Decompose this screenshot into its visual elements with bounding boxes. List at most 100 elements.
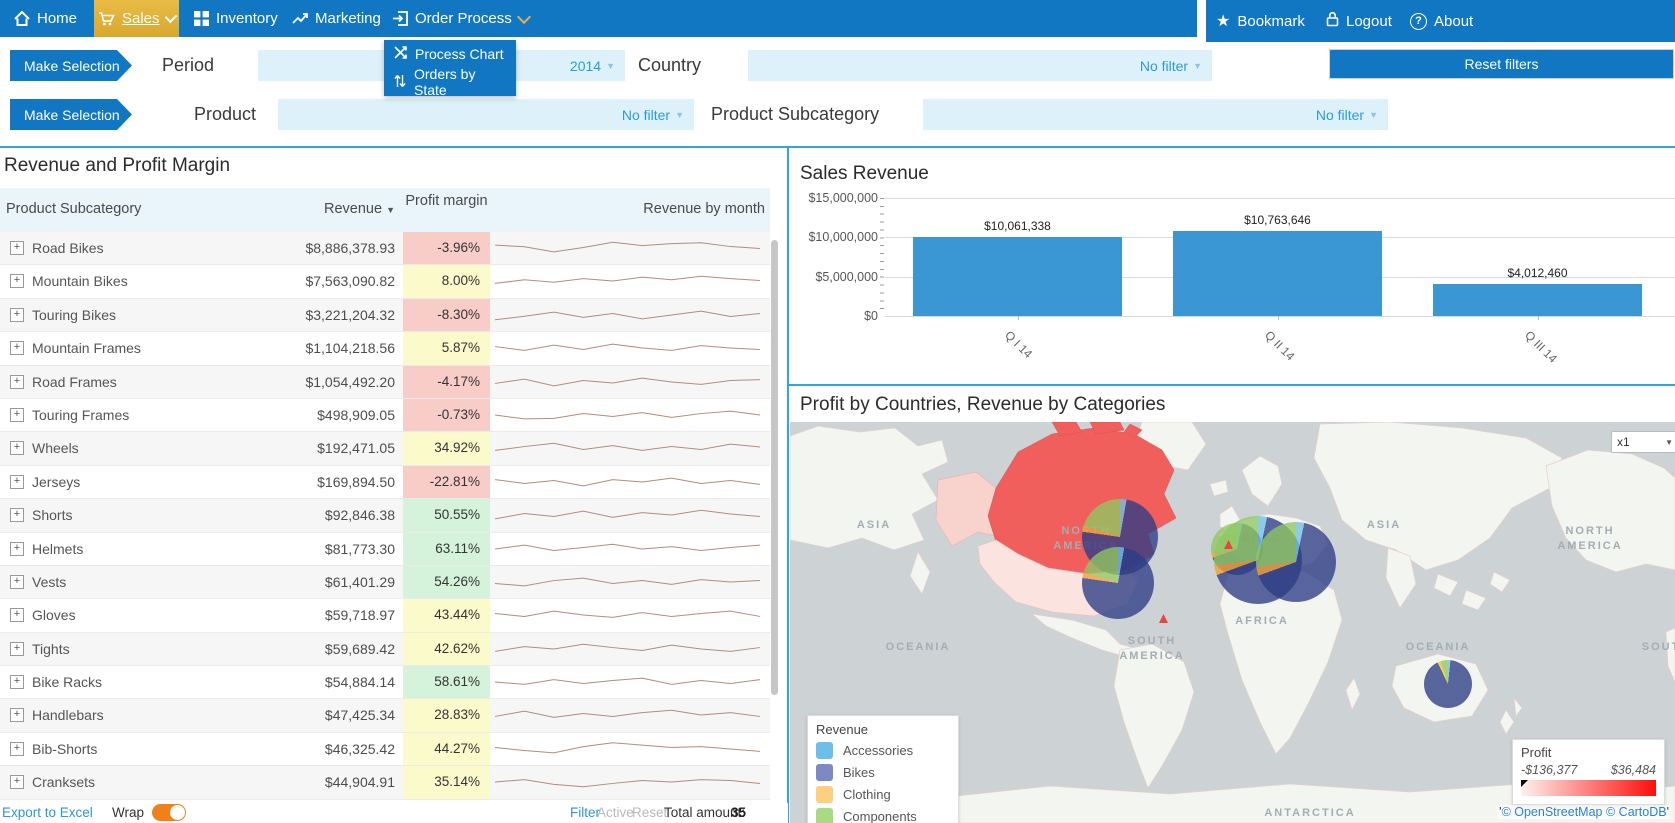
bar[interactable] <box>913 237 1122 316</box>
row-profit-margin: 34.92% <box>403 432 490 464</box>
table-row[interactable]: +Gloves$59,718.9743.44% <box>0 599 770 632</box>
bar-data-label: $10,061,338 <box>913 219 1122 233</box>
star-icon: ★ <box>1216 11 1230 31</box>
expand-icon[interactable]: + <box>10 642 24 656</box>
carto-link[interactable]: © CartoDB <box>1606 805 1667 819</box>
x-axis-tick <box>1278 316 1279 320</box>
table-row[interactable]: +Touring Frames$498,909.05-0.73% <box>0 399 770 432</box>
col-header-margin[interactable]: Profit margin <box>403 192 490 210</box>
expand-icon[interactable]: + <box>10 542 24 556</box>
row-profit-margin: 50.55% <box>403 499 490 531</box>
expand-icon[interactable]: + <box>10 575 24 589</box>
table-row[interactable]: +Touring Bikes$3,221,204.32-8.30% <box>0 299 770 332</box>
expand-icon[interactable]: + <box>10 308 24 322</box>
expand-icon[interactable]: + <box>10 508 24 522</box>
table-row[interactable]: +Helmets$81,773.3063.11% <box>0 533 770 566</box>
table-row[interactable]: +Road Frames$1,054,492.20-4.17% <box>0 366 770 399</box>
table-row[interactable]: +Bib-Shorts$46,325.4244.27% <box>0 733 770 766</box>
osm-link[interactable]: © OpenStreetMap <box>1502 805 1603 819</box>
expand-icon[interactable]: + <box>10 775 24 789</box>
menu-item-process-chart[interactable]: Process Chart <box>384 40 516 68</box>
row-profit-margin: 8.00% <box>403 265 490 297</box>
dashboard: Home Sales Inventory Marketing Order Pro… <box>0 0 1675 823</box>
table-row[interactable]: +Bike Racks$54,884.1458.61% <box>0 666 770 699</box>
profit-min: -$136,377 <box>1521 763 1577 777</box>
table-row[interactable]: +Jerseys$169,894.50-22.81% <box>0 466 770 499</box>
map-pie[interactable] <box>1082 547 1154 619</box>
row-profit-margin: -0.73% <box>403 399 490 431</box>
row-revenue: $44,904.91 <box>235 774 395 790</box>
nav-item-about[interactable]: ? About <box>1410 0 1473 42</box>
expand-icon[interactable]: + <box>10 608 24 622</box>
nav-item-bookmark[interactable]: ★ Bookmark <box>1216 0 1305 42</box>
expand-icon[interactable]: + <box>10 675 24 689</box>
y-axis-minor-ticks <box>880 198 884 316</box>
table-row[interactable]: +Road Bikes$8,886,378.93-3.96% <box>0 232 770 265</box>
wrap-label: Wrap <box>112 805 144 820</box>
nav-item-inventory[interactable]: Inventory <box>190 0 282 37</box>
lock-icon <box>1326 11 1339 31</box>
map-zoom-select[interactable]: x1▼ <box>1611 431 1675 453</box>
table-row[interactable]: +Vests$61,401.2954.26% <box>0 566 770 599</box>
menu-item-orders-by-state[interactable]: Orders by State <box>384 68 516 96</box>
make-selection-button-period[interactable]: Make Selection <box>10 50 132 81</box>
nav-item-sales[interactable]: Sales <box>94 0 179 37</box>
sales-revenue-chart: $15,000,000$10,000,000$5,000,000$0$10,06… <box>790 148 1675 385</box>
col-header-spark[interactable]: Revenue by month <box>545 201 765 217</box>
col-header-subcategory[interactable]: Product Subcategory <box>6 201 141 217</box>
row-revenue: $169,894.50 <box>235 474 395 490</box>
row-sparkline <box>490 432 770 465</box>
gradient-pointer-icon <box>1521 780 1528 787</box>
map-pie[interactable] <box>1424 660 1472 708</box>
table-row[interactable]: +Tights$59,689.4242.62% <box>0 633 770 666</box>
map-region-label: OCEANIA <box>886 640 951 655</box>
row-sparkline <box>490 299 770 332</box>
expand-icon[interactable]: + <box>10 375 24 389</box>
subcategory-label: Product Subcategory <box>711 104 879 125</box>
legend-swatch <box>816 808 833 823</box>
table-row[interactable]: +Wheels$192,471.0534.92% <box>0 432 770 465</box>
expand-icon[interactable]: + <box>10 708 24 722</box>
chevron-down-icon <box>517 9 531 23</box>
col-header-revenue[interactable]: Revenue ▼ <box>245 201 395 217</box>
nav-item-home[interactable]: Home <box>10 0 81 37</box>
expand-icon[interactable]: + <box>10 475 24 489</box>
nav-item-marketing[interactable]: Marketing <box>288 0 385 37</box>
make-selection-button-product[interactable]: Make Selection <box>10 99 132 130</box>
table-row[interactable]: +Cranksets$44,904.9135.14% <box>0 766 770 799</box>
nav-item-order-process[interactable]: Order Process <box>388 0 533 37</box>
trend-icon <box>292 12 308 25</box>
active-link[interactable]: Active <box>597 805 634 820</box>
expand-icon[interactable]: + <box>10 441 24 455</box>
row-profit-margin: 58.61% <box>403 666 490 698</box>
reset-filters-button[interactable]: Reset filters <box>1329 49 1674 79</box>
world-map[interactable]: ASIANORTH AMERICAEUROPEAFRICASOUTH AMERI… <box>790 422 1675 823</box>
reset-link[interactable]: Reset <box>632 805 667 820</box>
expand-icon[interactable]: + <box>10 341 24 355</box>
table-scrollbar[interactable] <box>771 240 778 695</box>
table-row[interactable]: +Mountain Frames$1,104,218.565.87% <box>0 332 770 365</box>
product-filter-field[interactable]: No filter▼ <box>278 99 694 130</box>
expand-icon[interactable]: + <box>10 274 24 288</box>
bar-data-label: $4,012,460 <box>1433 266 1642 280</box>
bar[interactable] <box>1173 231 1382 316</box>
table-row[interactable]: +Handlebars$47,425.3428.83% <box>0 699 770 732</box>
table-row[interactable]: +Shorts$92,846.3850.55% <box>0 499 770 532</box>
bar[interactable] <box>1433 284 1642 316</box>
expand-icon[interactable]: + <box>10 408 24 422</box>
wrap-toggle[interactable] <box>152 804 186 821</box>
expand-icon[interactable]: + <box>10 241 24 255</box>
y-axis-tick-label: $15,000,000 <box>790 191 878 205</box>
row-subcategory: Touring Frames <box>32 407 129 423</box>
revenue-legend: Revenue AccessoriesBikesClothingComponen… <box>807 715 959 823</box>
nav-item-logout[interactable]: Logout <box>1326 0 1392 42</box>
table-row[interactable]: +Mountain Bikes$7,563,090.828.00% <box>0 265 770 298</box>
subcategory-filter-field[interactable]: No filter▼ <box>923 99 1388 130</box>
filter-link[interactable]: Filter <box>570 805 600 820</box>
row-subcategory: Wheels <box>32 440 79 456</box>
row-sparkline <box>490 733 770 766</box>
country-filter-field[interactable]: No filter▼ <box>748 50 1212 81</box>
export-to-excel-link[interactable]: Export to Excel <box>2 805 93 820</box>
expand-icon[interactable]: + <box>10 742 24 756</box>
map-pie[interactable] <box>1256 522 1336 602</box>
